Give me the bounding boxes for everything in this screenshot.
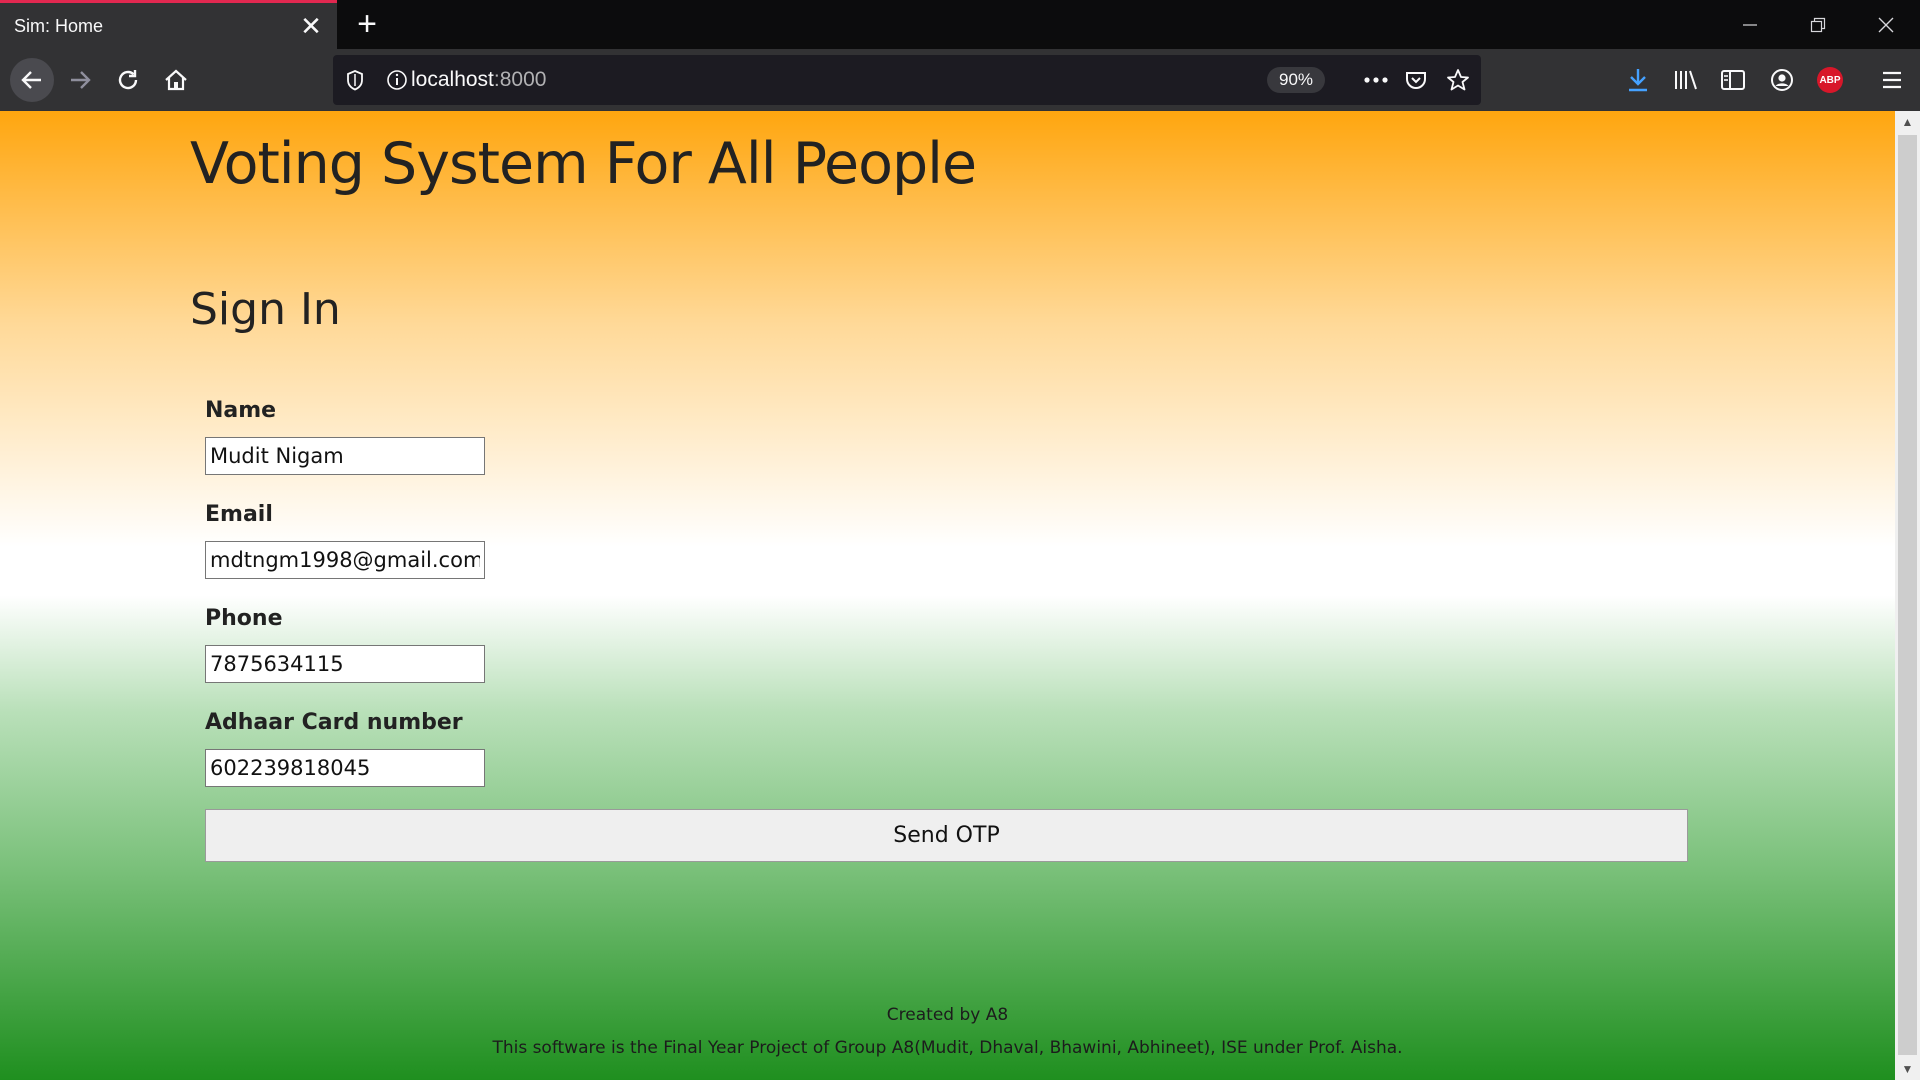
email-input[interactable] <box>205 541 485 579</box>
url-bar[interactable]: localhost:8000 90% <box>333 55 1481 105</box>
nav-bar: localhost:8000 90% ABP <box>0 49 1920 111</box>
zoom-indicator[interactable]: 90% <box>1267 67 1325 93</box>
send-otp-button[interactable]: Send OTP <box>205 809 1688 862</box>
forward-arrow-icon[interactable] <box>60 60 100 100</box>
page-content: Voting System For All People Sign In Nam… <box>0 111 1895 1080</box>
abp-badge: ABP <box>1817 67 1843 93</box>
url-port: :8000 <box>493 68 547 91</box>
close-window-icon[interactable] <box>1852 0 1920 49</box>
vertical-scrollbar[interactable]: ▲ ▼ <box>1895 111 1920 1080</box>
phone-label: Phone <box>205 606 283 631</box>
hamburger-menu-icon[interactable] <box>1875 63 1909 97</box>
name-label: Name <box>205 398 277 423</box>
download-icon[interactable] <box>1621 63 1655 97</box>
adhaar-label: Adhaar Card number <box>205 710 463 735</box>
scroll-down-arrow-icon[interactable]: ▼ <box>1895 1058 1920 1080</box>
new-tab-icon[interactable]: + <box>349 7 385 42</box>
sidebar-icon[interactable] <box>1716 63 1750 97</box>
home-icon[interactable] <box>156 60 196 100</box>
scroll-thumb[interactable] <box>1898 135 1917 1055</box>
info-icon[interactable] <box>385 68 409 92</box>
minimize-icon[interactable] <box>1716 0 1784 49</box>
more-actions-icon[interactable] <box>1361 68 1391 92</box>
email-label: Email <box>205 502 273 527</box>
name-input[interactable] <box>205 437 485 475</box>
restore-icon[interactable] <box>1784 0 1852 49</box>
signin-heading: Sign In <box>190 284 341 335</box>
adhaar-input[interactable] <box>205 749 485 787</box>
scroll-up-arrow-icon[interactable]: ▲ <box>1895 111 1920 133</box>
tab-title: Sim: Home <box>14 15 104 36</box>
tab-bar: Sim: Home ✕ + <box>0 0 1920 49</box>
shield-icon[interactable] <box>343 68 367 92</box>
bookmark-star-icon[interactable] <box>1446 68 1470 92</box>
reload-icon[interactable] <box>108 60 148 100</box>
footer-note: This software is the Final Year Project … <box>492 1038 1403 1058</box>
adblock-plus-icon[interactable]: ABP <box>1813 63 1847 97</box>
pocket-icon[interactable] <box>1404 68 1428 92</box>
url-host: localhost <box>411 68 494 91</box>
close-tab-icon[interactable]: ✕ <box>293 13 329 39</box>
site-title: Voting System For All People <box>190 131 977 197</box>
account-icon[interactable] <box>1765 63 1799 97</box>
tab-active[interactable]: Sim: Home ✕ <box>0 0 337 49</box>
phone-input[interactable] <box>205 645 485 683</box>
footer-created: Created by A8 <box>886 1005 1009 1025</box>
url-text: localhost:8000 <box>411 68 546 92</box>
library-icon[interactable] <box>1669 63 1703 97</box>
back-arrow-icon[interactable] <box>10 58 54 102</box>
